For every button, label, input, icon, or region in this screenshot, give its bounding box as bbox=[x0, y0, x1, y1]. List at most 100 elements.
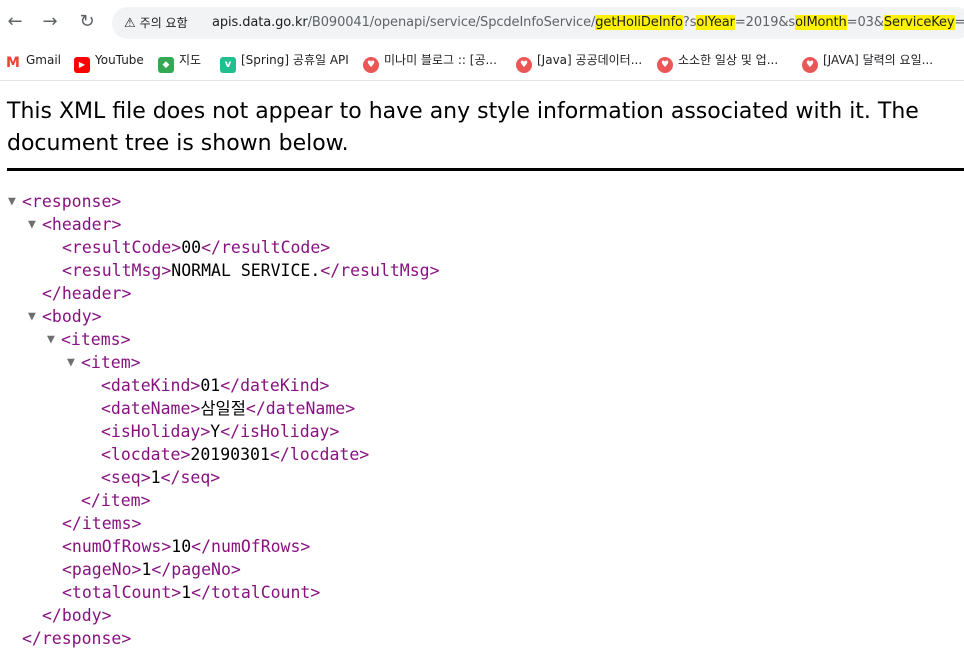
bookmark-label: YouTube bbox=[95, 53, 144, 67]
xml-node-pageNo: <pageNo>1</pageNo> bbox=[62, 558, 241, 581]
tistory-icon: ♥ bbox=[363, 57, 379, 73]
xml-node-totalCount: <totalCount>1</totalCount> bbox=[62, 581, 320, 604]
tag-open: <isHoliday> bbox=[101, 422, 211, 441]
is-holiday-value: Y bbox=[210, 422, 221, 441]
tag-response-close: </response> bbox=[22, 629, 132, 648]
tag-close: </seq> bbox=[160, 468, 221, 487]
maps-icon: ◆ bbox=[158, 57, 174, 73]
tag-body-close: </body> bbox=[42, 606, 112, 625]
bookmarks-bar: M Gmail ▶ YouTube ◆ 지도 v [Spring] 공휴일 API ♥ 미… bbox=[0, 46, 964, 74]
xml-node-locdate: <locdate>20190301</locdate> bbox=[101, 443, 369, 466]
url-host: apis.data.go.kr bbox=[212, 15, 308, 30]
security-chip[interactable]: ⚠ 주의 요함 bbox=[120, 12, 194, 34]
date-name-value: 삼일절 bbox=[200, 399, 246, 418]
xml-node-items-close: </items> bbox=[62, 512, 141, 535]
tag-close: </dateKind> bbox=[220, 376, 330, 395]
url-query-2-value: =03& bbox=[846, 15, 884, 30]
xml-style-notice: This XML file does not appear to have an… bbox=[7, 99, 919, 156]
url-query-1-pre: ?s bbox=[682, 15, 697, 30]
url-query-3-highlight: ServiceKey bbox=[883, 15, 955, 30]
security-chip-label: 주의 요함 bbox=[139, 16, 188, 30]
tag-open: <totalCount> bbox=[62, 583, 182, 602]
velog-icon: v bbox=[220, 57, 236, 73]
bookmark-java-calendar[interactable]: ♥ [JAVA] 달력의 요일... bbox=[802, 50, 934, 73]
tag-header-close: </header> bbox=[42, 284, 132, 303]
tag-open: <numOfRows> bbox=[62, 537, 172, 556]
bookmark-java-public-data[interactable]: ♥ [Java] 공공데이터... bbox=[516, 50, 643, 73]
tag-open: <dateKind> bbox=[101, 376, 201, 395]
reload-icon[interactable]: ↻ bbox=[75, 10, 99, 34]
bookmark-label: Gmail bbox=[26, 53, 62, 67]
toolbar-divider bbox=[0, 80, 964, 81]
bookmark-maps[interactable]: ◆ 지도 bbox=[158, 50, 202, 73]
tag-close: </resultMsg> bbox=[320, 261, 440, 280]
tistory-icon: ♥ bbox=[802, 57, 818, 73]
tag-item-close: </item> bbox=[81, 491, 151, 510]
bookmark-daily-life[interactable]: ♥ 소소한 일상 및 업... bbox=[657, 50, 779, 73]
tag-items-close: </items> bbox=[62, 514, 142, 533]
xml-node-response-close: </response> bbox=[22, 627, 131, 650]
xml-node-dateName: <dateName>삼일절</dateName> bbox=[101, 397, 355, 420]
collapse-triangle-icon[interactable]: ▼ bbox=[67, 351, 75, 374]
url-text[interactable]: apis.data.go.kr/B090041/openapi/service/… bbox=[212, 7, 964, 39]
collapse-triangle-icon[interactable]: ▼ bbox=[28, 305, 36, 328]
collapse-triangle-icon[interactable]: ▼ bbox=[28, 213, 36, 236]
bookmark-label: 미나미 블로그 :: [공... bbox=[384, 53, 497, 67]
result-msg-value: NORMAL SERVICE. bbox=[171, 261, 321, 280]
tistory-icon: ♥ bbox=[657, 57, 673, 73]
bookmark-label: [JAVA] 달력의 요일... bbox=[823, 53, 934, 67]
xml-node-resultCode: <resultCode>00</resultCode> bbox=[62, 236, 330, 259]
total-count-value: 1 bbox=[181, 583, 192, 602]
url-path: /B090041/openapi/service/SpcdeInfoServic… bbox=[307, 15, 596, 30]
xml-node-resultMsg: <resultMsg>NORMAL SERVICE.</resultMsg> bbox=[62, 259, 440, 282]
tag-item-open: <item> bbox=[81, 353, 141, 372]
xml-node-body-close: </body> bbox=[42, 604, 112, 627]
tag-open: <seq> bbox=[101, 468, 151, 487]
bookmark-label: 지도 bbox=[179, 53, 202, 67]
tag-close: </numOfRows> bbox=[191, 537, 311, 556]
bookmark-spring-holiday-api[interactable]: v [Spring] 공휴일 API bbox=[220, 50, 349, 73]
bookmark-youtube[interactable]: ▶ YouTube bbox=[74, 50, 144, 73]
tag-open: <dateName> bbox=[101, 399, 201, 418]
tag-close: </pageNo> bbox=[151, 560, 241, 579]
browser-toolbar: ← → ↻ ⚠ 주의 요함 apis.data.go.kr/B090041/ope… bbox=[0, 0, 964, 44]
bookmark-gmail[interactable]: M Gmail bbox=[5, 50, 62, 71]
date-kind-value: 01 bbox=[200, 376, 221, 395]
bookmark-minami-blog[interactable]: ♥ 미나미 블로그 :: [공... bbox=[363, 50, 497, 73]
xml-node-item-close: </item> bbox=[81, 489, 151, 512]
num-of-rows-value: 10 bbox=[171, 537, 192, 556]
tag-open: <pageNo> bbox=[62, 560, 142, 579]
result-code-value: 00 bbox=[181, 238, 202, 257]
tag-open: <resultCode> bbox=[62, 238, 182, 257]
locdate-value: 20190301 bbox=[190, 445, 270, 464]
url-query-3-value: =Ar bbox=[954, 15, 964, 30]
tag-response-open: <response> bbox=[22, 192, 122, 211]
xml-node-numOfRows: <numOfRows>10</numOfRows> bbox=[62, 535, 310, 558]
tag-body-open: <body> bbox=[42, 307, 102, 326]
gmail-icon: M bbox=[5, 55, 21, 71]
page-no-value: 1 bbox=[141, 560, 152, 579]
forward-icon[interactable]: → bbox=[38, 10, 62, 34]
address-bar[interactable]: ⚠ 주의 요함 apis.data.go.kr/B090041/openapi/s… bbox=[112, 7, 964, 39]
xml-node-seq: <seq>1</seq> bbox=[101, 466, 220, 489]
tag-open: <resultMsg> bbox=[62, 261, 172, 280]
bookmark-label: [Java] 공공데이터... bbox=[537, 53, 643, 67]
bookmark-label: [Spring] 공휴일 API bbox=[241, 53, 349, 67]
url-query-2-highlight: olMonth bbox=[795, 15, 847, 30]
xml-node-isHoliday: <isHoliday>Y</isHoliday> bbox=[101, 420, 339, 443]
url-query-1-highlight: olYear bbox=[696, 15, 735, 30]
youtube-icon: ▶ bbox=[74, 57, 90, 73]
url-operation: getHoliDeInfo bbox=[595, 15, 683, 30]
tag-close: </totalCount> bbox=[191, 583, 321, 602]
collapse-triangle-icon[interactable]: ▼ bbox=[47, 328, 55, 351]
bookmark-label: 소소한 일상 및 업... bbox=[678, 53, 779, 67]
seq-value: 1 bbox=[150, 468, 161, 487]
collapse-triangle-icon[interactable]: ▼ bbox=[8, 190, 16, 213]
tag-close: </dateName> bbox=[245, 399, 356, 418]
tag-close: </isHoliday> bbox=[220, 422, 340, 441]
tag-items-open: <items> bbox=[61, 330, 131, 349]
back-icon[interactable]: ← bbox=[3, 10, 27, 34]
xml-node-header-close: </header> bbox=[42, 282, 131, 305]
url-query-1-value: =2019&s bbox=[734, 15, 796, 30]
xml-node-dateKind: <dateKind>01</dateKind> bbox=[101, 374, 330, 397]
